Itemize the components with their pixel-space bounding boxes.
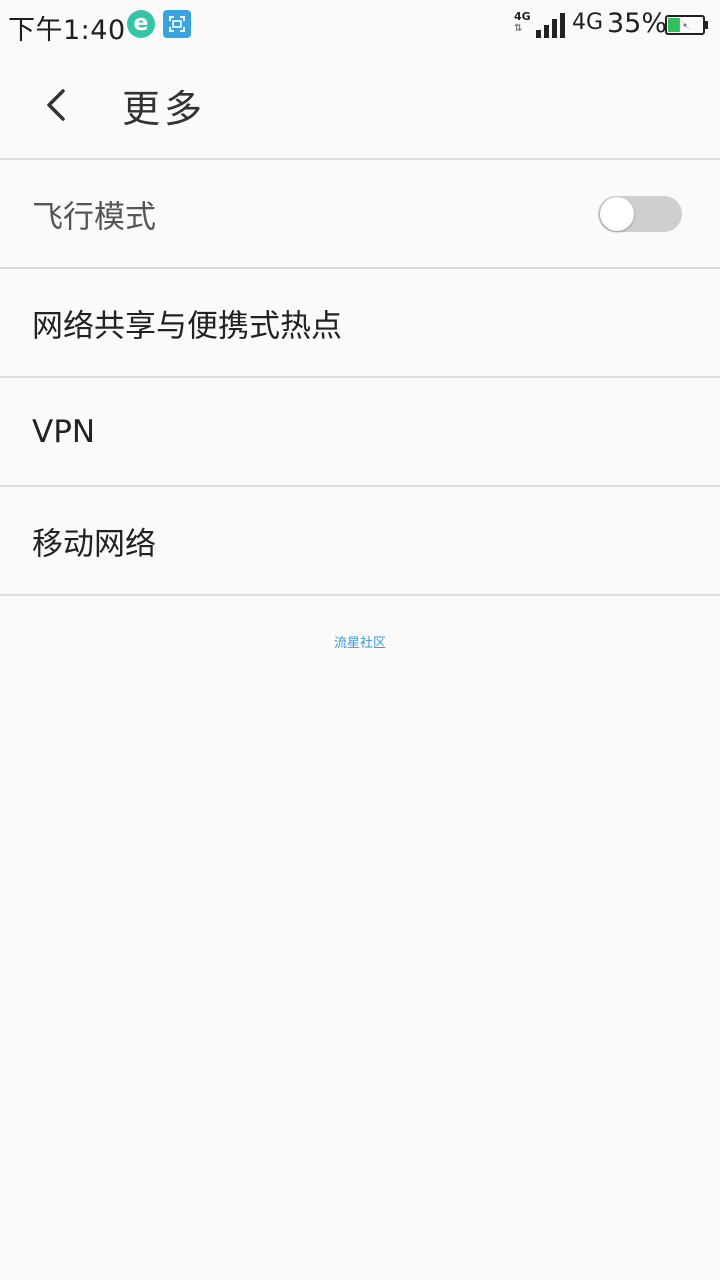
mobile-network-row[interactable]: 移动网络 bbox=[0, 487, 720, 596]
data-arrows-icon: ⇅ bbox=[514, 23, 523, 34]
community-link[interactable]: 流星社区 bbox=[0, 632, 720, 651]
vpn-row[interactable]: VPN bbox=[0, 378, 720, 487]
network-type-label: 4G bbox=[572, 10, 604, 35]
battery-percent: 35% bbox=[607, 8, 668, 39]
data-activity-icon: 4G ⇅ bbox=[514, 11, 534, 39]
status-time: 下午1:40 bbox=[8, 15, 126, 46]
tethering-hotspot-row[interactable]: 网络共享与便携式热点 bbox=[0, 269, 720, 378]
chevron-left-icon bbox=[47, 89, 65, 121]
airplane-mode-label: 飞行模式 bbox=[32, 199, 156, 235]
vpn-label: VPN bbox=[32, 413, 96, 450]
airplane-mode-toggle[interactable] bbox=[598, 196, 682, 232]
tethering-hotspot-label: 网络共享与便携式热点 bbox=[32, 308, 342, 344]
app-header: 更多 bbox=[0, 50, 720, 160]
back-button[interactable] bbox=[30, 78, 84, 132]
network-small-label: 4G bbox=[514, 10, 531, 23]
status-bar: 下午1:40 e 4G ⇅ 4G 35% bbox=[0, 0, 720, 50]
airplane-mode-row[interactable]: 飞行模式 bbox=[0, 160, 720, 269]
page-title: 更多 bbox=[122, 87, 207, 131]
mobile-network-label: 移动网络 bbox=[32, 526, 156, 562]
signal-strength-icon bbox=[536, 13, 565, 38]
browser-e-icon: e bbox=[127, 10, 155, 38]
screenshot-icon bbox=[163, 10, 191, 38]
toggle-knob bbox=[600, 197, 634, 231]
battery-charging-icon bbox=[665, 15, 708, 35]
